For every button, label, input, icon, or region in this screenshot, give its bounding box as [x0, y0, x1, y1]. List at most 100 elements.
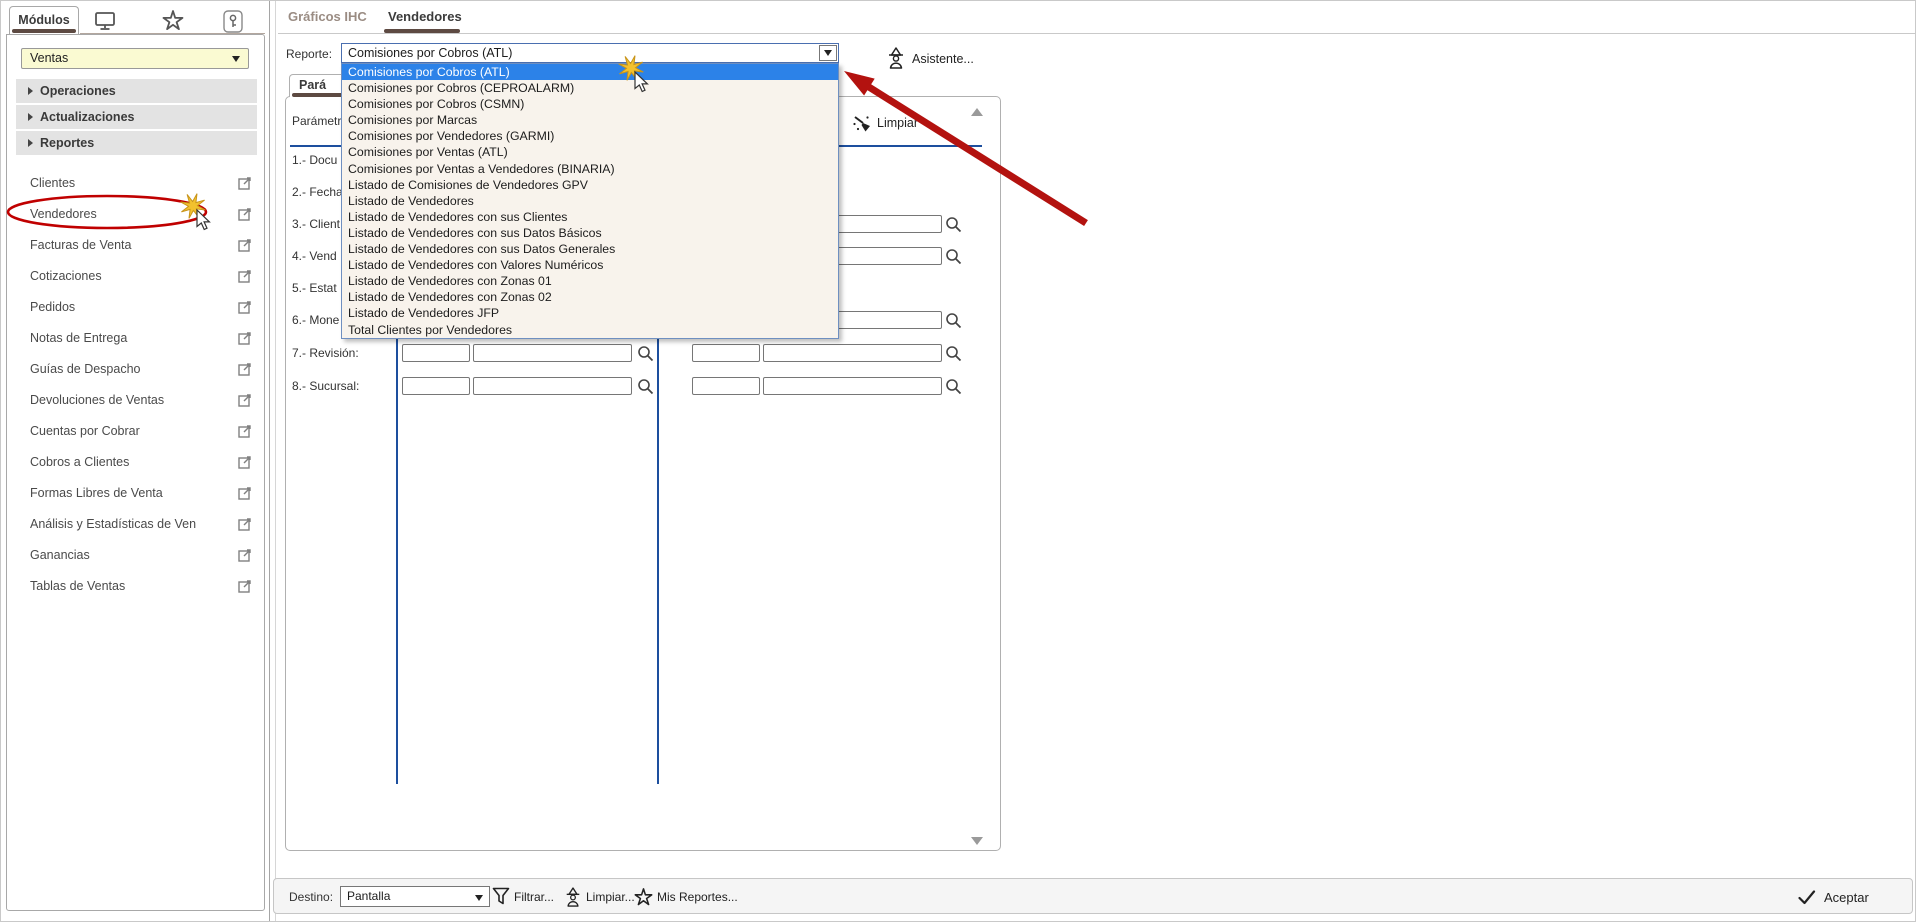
report-select[interactable]: Comisiones por Cobros (ATL)	[341, 43, 839, 63]
dropdown-option[interactable]: Comisiones por Ventas a Vendedores (BINA…	[342, 161, 838, 177]
sidebar-item[interactable]: Cuentas por Cobrar	[7, 415, 264, 446]
sidebar-item[interactable]: Cobros a Clientes	[7, 446, 264, 477]
dropdown-option[interactable]: Comisiones por Cobros (CSMN)	[342, 96, 838, 112]
param-label: 2.- Fecha	[292, 185, 343, 199]
dropdown-option[interactable]: Comisiones por Ventas (ATL)	[342, 144, 838, 160]
param-input-large[interactable]	[473, 377, 632, 395]
search-icon[interactable]	[945, 378, 962, 395]
module-select[interactable]: Ventas	[21, 48, 249, 69]
scroll-up-button[interactable]	[970, 105, 984, 119]
dropdown-option[interactable]: Comisiones por Vendedores (GARMI)	[342, 128, 838, 144]
sidebar-section-label: Reportes	[40, 136, 95, 150]
external-link-icon	[238, 455, 252, 469]
asistente-button[interactable]: Asistente...	[886, 47, 974, 70]
param-label: 1.- Docu	[292, 153, 338, 167]
dropdown-option[interactable]: Listado de Vendedores con Zonas 01	[342, 273, 838, 289]
param-input-large[interactable]	[763, 344, 942, 362]
sidebar-section[interactable]: Actualizaciones	[16, 105, 257, 129]
param-input-small[interactable]	[402, 377, 470, 395]
sidebar-item[interactable]: Vendedores	[7, 198, 264, 229]
sidebar-item[interactable]: Análisis y Estadísticas de Ven	[7, 508, 264, 539]
dropdown-option[interactable]: Comisiones por Cobros (ATL)	[342, 64, 838, 81]
sidebar-item-label: Cotizaciones	[30, 268, 102, 283]
sidebar-item[interactable]: Notas de Entrega	[7, 322, 264, 353]
search-icon[interactable]	[637, 378, 654, 395]
sidebar-item-label: Formas Libres de Venta	[30, 485, 163, 500]
dropdown-option[interactable]: Listado de Vendedores	[342, 193, 838, 209]
sidebar-item[interactable]: Ganancias	[7, 539, 264, 570]
sidebar-item-label: Análisis y Estadísticas de Ven	[30, 516, 197, 531]
dropdown-option[interactable]: Listado de Vendedores con Valores Numéri…	[342, 257, 838, 273]
dropdown-option[interactable]: Listado de Vendedores con sus Datos Bási…	[342, 225, 838, 241]
dropdown-option[interactable]: Listado de Vendedores JFP	[342, 305, 838, 321]
sidebar-item[interactable]: Guías de Despacho	[7, 353, 264, 384]
key-icon[interactable]	[221, 9, 245, 33]
filtrar-button[interactable]: Filtrar...	[492, 886, 554, 908]
sidebar-item-label: Cuentas por Cobrar	[30, 423, 140, 438]
funnel-icon	[492, 887, 510, 905]
param-label: 5.- Estat	[292, 281, 337, 295]
search-icon[interactable]	[637, 345, 654, 362]
sidebar-item[interactable]: Facturas de Venta	[7, 229, 264, 260]
chevron-right-icon	[28, 113, 33, 121]
param-input-large[interactable]	[763, 377, 942, 395]
destino-select-value: Pantalla	[347, 889, 391, 903]
report-label: Reporte:	[286, 47, 333, 61]
sidebar-item[interactable]: Clientes	[7, 167, 264, 198]
broom-icon	[853, 116, 870, 132]
external-link-icon	[238, 579, 252, 593]
sidebar-item[interactable]: Tablas de Ventas	[7, 570, 264, 601]
wizard-icon	[889, 47, 903, 69]
sidebar-item[interactable]: Pedidos	[7, 291, 264, 322]
search-icon[interactable]	[945, 312, 962, 329]
tab-modulos[interactable]: Módulos	[9, 6, 79, 34]
dropdown-option[interactable]: Comisiones por Marcas	[342, 112, 838, 128]
scroll-down-button[interactable]	[970, 834, 984, 848]
tab-graficos-ihc[interactable]: Gráficos IHC	[288, 9, 367, 24]
param-label: 6.- Mone	[292, 313, 340, 327]
external-link-icon	[238, 424, 252, 438]
param-input-small[interactable]	[692, 377, 760, 395]
param-input-large[interactable]	[473, 344, 632, 362]
search-icon[interactable]	[945, 345, 962, 362]
dropdown-option[interactable]: Listado de Vendedores con sus Datos Gene…	[342, 241, 838, 257]
sidebar-item-label: Facturas de Venta	[30, 237, 132, 252]
panel-tab-parametros[interactable]: Pará	[289, 74, 347, 97]
external-link-icon	[238, 269, 252, 283]
monitor-icon[interactable]	[93, 9, 117, 33]
param-input-small[interactable]	[692, 344, 760, 362]
aceptar-button[interactable]: Aceptar	[1798, 886, 1869, 908]
sidebar-item-label: Cobros a Clientes	[30, 454, 130, 469]
external-link-icon	[238, 331, 252, 345]
wizard-icon	[566, 886, 580, 907]
sidebar-item[interactable]: Devoluciones de Ventas	[7, 384, 264, 415]
report-select-arrow[interactable]	[819, 45, 837, 61]
star-icon	[634, 887, 653, 905]
dropdown-option[interactable]: Listado de Vendedores con sus Clientes	[342, 209, 838, 225]
external-link-icon	[238, 393, 252, 407]
search-icon[interactable]	[945, 248, 962, 265]
sidebar-item-label: Guías de Despacho	[30, 361, 141, 376]
sidebar-item-label: Tablas de Ventas	[30, 578, 126, 593]
param-input-small[interactable]	[402, 344, 470, 362]
dropdown-option[interactable]: Comisiones por Cobros (CEPROALARM)	[342, 80, 838, 96]
sidebar-item[interactable]: Cotizaciones	[7, 260, 264, 291]
limpiar-footer-button[interactable]: Limpiar...	[564, 886, 635, 908]
sidebar-section-label: Actualizaciones	[40, 110, 135, 124]
mis-reportes-label: Mis Reportes...	[657, 890, 738, 904]
dropdown-option[interactable]: Total Clientes por Vendedores	[342, 322, 838, 338]
sidebar-section[interactable]: Operaciones	[16, 79, 257, 103]
dropdown-option[interactable]: Listado de Comisiones de Vendedores GPV	[342, 177, 838, 193]
param-label: 4.- Vend	[292, 249, 337, 263]
limpiar-button[interactable]: Limpiar	[852, 113, 918, 133]
star-icon[interactable]	[161, 9, 185, 33]
sidebar-item-label: Ganancias	[30, 547, 90, 562]
check-icon	[1798, 889, 1816, 904]
destino-select[interactable]: Pantalla	[340, 886, 490, 907]
sidebar-item[interactable]: Formas Libres de Venta	[7, 477, 264, 508]
mis-reportes-button[interactable]: Mis Reportes...	[634, 886, 738, 908]
dropdown-option[interactable]: Listado de Vendedores con Zonas 02	[342, 289, 838, 305]
search-icon[interactable]	[945, 216, 962, 233]
tab-vendedores[interactable]: Vendedores	[388, 9, 462, 24]
sidebar-section[interactable]: Reportes	[16, 131, 257, 155]
